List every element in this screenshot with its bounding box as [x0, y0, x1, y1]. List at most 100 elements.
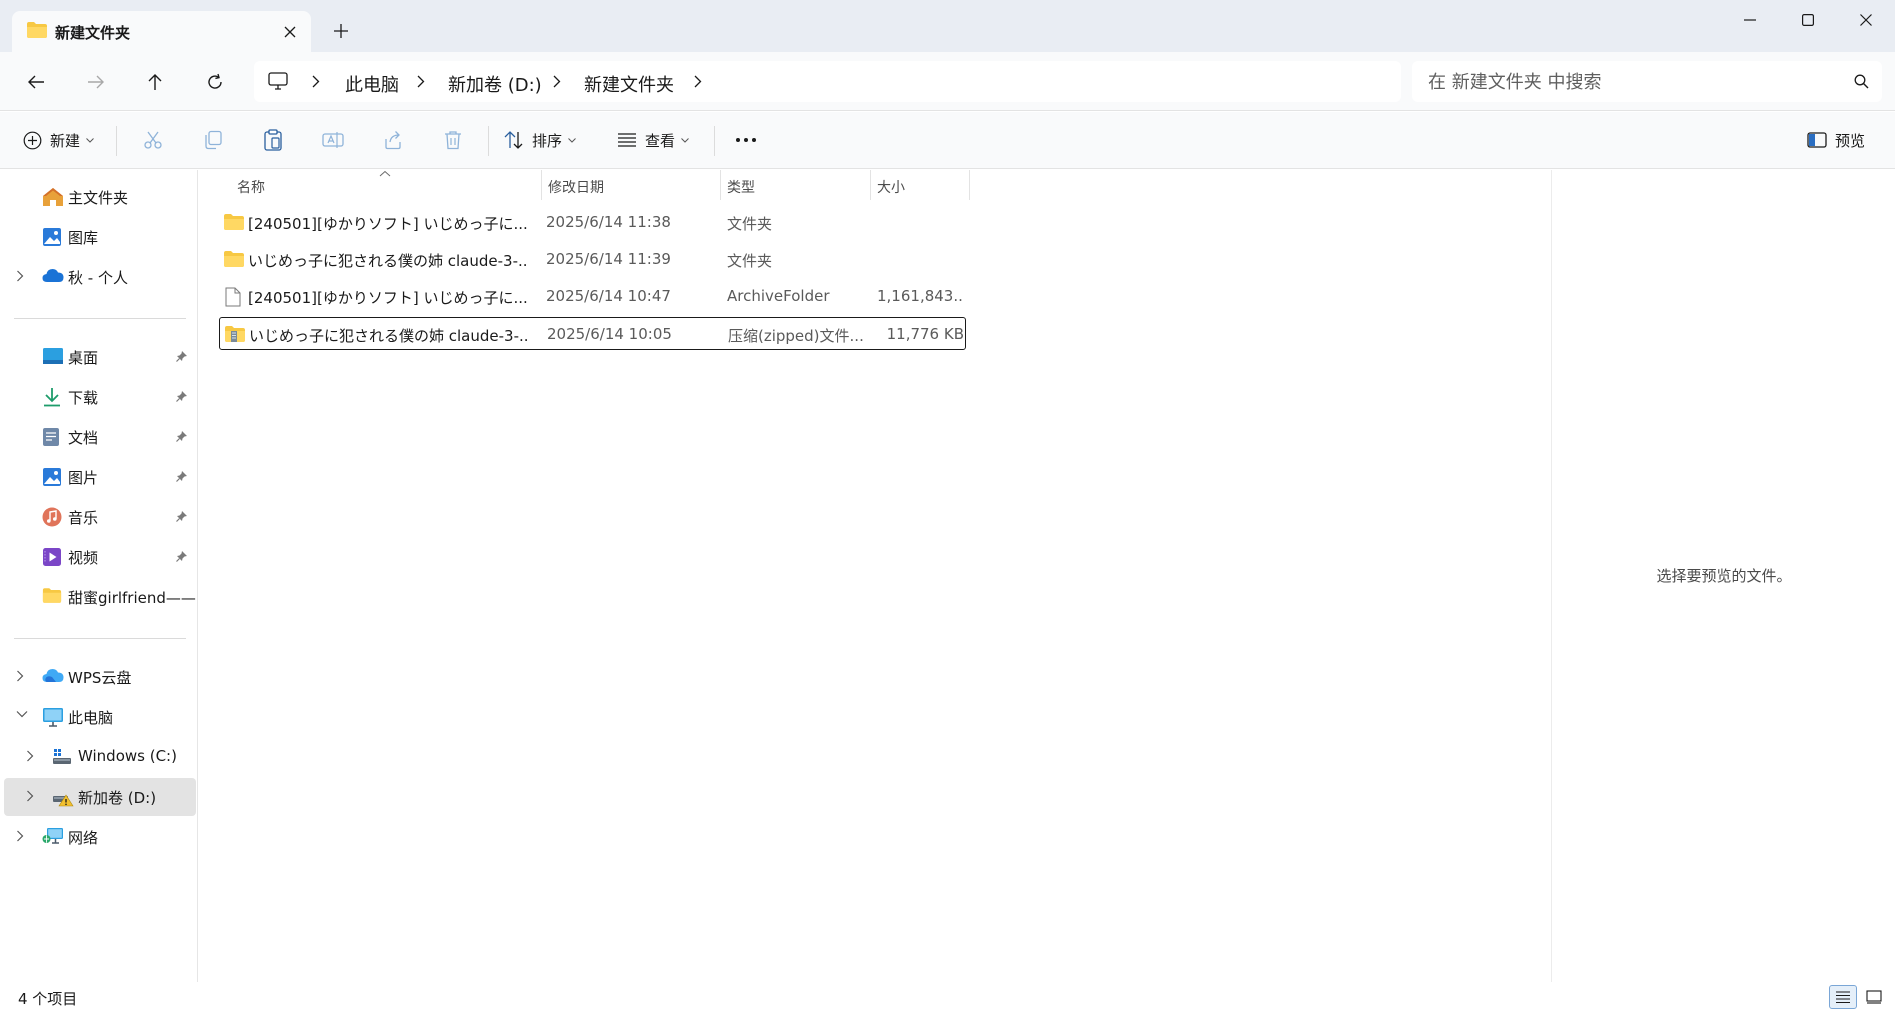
maximize-icon[interactable]: [1779, 0, 1837, 40]
sidebar-item-downloads[interactable]: 下载: [4, 378, 196, 416]
chevron-down-icon[interactable]: [16, 710, 28, 718]
pin-icon[interactable]: [176, 390, 188, 402]
new-button[interactable]: 新建: [23, 125, 94, 155]
table-row[interactable]: いじめっ子に犯される僕の姉 claude-3-... 2025/6/14 10:…: [219, 317, 966, 350]
chevron-right-icon[interactable]: [16, 670, 24, 682]
folder-icon: [223, 250, 245, 268]
sort-button[interactable]: 排序: [504, 125, 576, 155]
minimize-icon[interactable]: [1721, 0, 1779, 40]
chevron-right-icon[interactable]: [694, 75, 702, 88]
video-icon: [42, 547, 62, 567]
table-row[interactable]: [240501][ゆかりソフト] いじめっ子に... 2025/6/14 10:…: [219, 280, 966, 313]
network-icon: [42, 827, 64, 847]
sidebar-item-custom-folder[interactable]: 甜蜜girlfriend——: [4, 578, 196, 616]
breadcrumb-drive-d[interactable]: 新加卷 (D:): [448, 71, 542, 97]
sidebar-item-network[interactable]: 网络: [4, 818, 196, 856]
toolbar-divider: [714, 126, 715, 156]
breadcrumb-this-pc[interactable]: 此电脑: [345, 71, 399, 97]
table-row[interactable]: いじめっ子に犯される僕の姉 claude-3-... 2025/6/14 11:…: [219, 243, 966, 276]
delete-icon[interactable]: [438, 125, 468, 155]
sidebar-item-documents[interactable]: 文档: [4, 418, 196, 456]
file-icon: [225, 287, 241, 307]
navigation-bar: 此电脑 新加卷 (D:) 新建文件夹: [0, 52, 1895, 111]
details-view-icon[interactable]: [1829, 985, 1857, 1009]
pin-icon[interactable]: [176, 350, 188, 362]
preview-message: 选择要预览的文件。: [1656, 567, 1792, 585]
sidebar-item-onedrive[interactable]: 秋 - 个人: [4, 258, 196, 296]
share-icon[interactable]: [378, 125, 408, 155]
sidebar-item-pictures[interactable]: 图片: [4, 458, 196, 496]
sidebar-item-label: 此电脑: [68, 709, 114, 727]
close-icon[interactable]: [1837, 0, 1895, 40]
chevron-right-icon[interactable]: [312, 75, 320, 88]
breadcrumb-current-folder[interactable]: 新建文件夹: [584, 71, 674, 97]
file-type: 文件夹: [727, 252, 773, 270]
file-type: ArchiveFolder: [727, 287, 830, 305]
pin-icon[interactable]: [176, 510, 188, 522]
documents-icon: [42, 427, 60, 447]
sort-label: 排序: [532, 131, 563, 150]
pin-icon[interactable]: [176, 550, 188, 562]
sidebar-item-home[interactable]: 主文件夹: [4, 178, 196, 216]
desktop-icon: [42, 347, 64, 365]
search-input[interactable]: [1428, 69, 1828, 95]
sidebar-item-drive-d[interactable]: 新加卷 (D:): [4, 778, 196, 816]
chevron-right-icon[interactable]: [16, 270, 24, 282]
cut-icon[interactable]: [138, 125, 168, 155]
sidebar-item-gallery[interactable]: 图库: [4, 218, 196, 256]
pin-icon[interactable]: [176, 470, 188, 482]
sidebar-item-desktop[interactable]: 桌面: [4, 338, 196, 376]
table-row[interactable]: [240501][ゆかりソフト] いじめっ子に... 2025/6/14 11:…: [219, 206, 966, 239]
sidebar-item-videos[interactable]: 视频: [4, 538, 196, 576]
search-box[interactable]: [1412, 61, 1882, 102]
chevron-right-icon[interactable]: [553, 75, 561, 88]
file-name: いじめっ子に犯される僕の姉 claude-3-...: [249, 327, 530, 345]
chevron-right-icon[interactable]: [16, 830, 24, 842]
up-icon[interactable]: [138, 66, 172, 98]
this-pc-icon[interactable]: [268, 71, 288, 91]
navigation-pane: 主文件夹 图库 秋 - 个人 桌面 下载 文档 图片 音乐 视频 甜蜜girlf…: [0, 170, 198, 982]
column-header-size[interactable]: 大小: [871, 170, 969, 200]
refresh-icon[interactable]: [198, 66, 232, 98]
chevron-right-icon[interactable]: [26, 750, 34, 762]
search-icon[interactable]: [1854, 74, 1869, 89]
folder-icon: [26, 21, 48, 39]
file-list: 名称 修改日期 类型 大小 [240501][ゆかりソフト] いじめっ子に...…: [199, 170, 1551, 982]
tab-title: 新建文件夹: [55, 24, 131, 42]
sidebar-item-label: 新加卷 (D:): [78, 789, 157, 807]
preview-pane-button[interactable]: 预览: [1807, 125, 1865, 155]
column-header-type[interactable]: 类型: [721, 170, 870, 200]
column-header-date[interactable]: 修改日期: [542, 170, 720, 200]
rename-icon[interactable]: [318, 125, 348, 155]
sidebar-item-label: Windows (C:): [78, 747, 177, 765]
tab-close-icon[interactable]: [280, 22, 300, 42]
more-icon[interactable]: [731, 125, 761, 155]
sidebar-item-music[interactable]: 音乐: [4, 498, 196, 536]
chevron-right-icon[interactable]: [417, 75, 425, 88]
preview-label: 预览: [1835, 131, 1866, 150]
sidebar-item-label: 秋 - 个人: [68, 269, 128, 287]
command-bar: 新建 排序 查看 预览: [0, 112, 1895, 169]
view-label: 查看: [645, 131, 676, 150]
forward-icon[interactable]: [79, 66, 113, 98]
zip-folder-icon: [224, 325, 246, 343]
chevron-down-icon: [568, 137, 576, 143]
pin-icon[interactable]: [176, 430, 188, 442]
column-divider[interactable]: [969, 170, 970, 200]
new-tab-icon[interactable]: [330, 20, 352, 42]
large-icons-view-icon[interactable]: [1860, 985, 1888, 1009]
sidebar-item-wps-cloud[interactable]: WPS云盘: [4, 658, 196, 696]
paste-icon[interactable]: [258, 125, 288, 155]
file-type: 压缩(zipped)文件...: [728, 327, 864, 345]
copy-icon[interactable]: [198, 125, 228, 155]
column-header-name[interactable]: 名称: [199, 170, 541, 200]
file-name: [240501][ゆかりソフト] いじめっ子に...: [248, 215, 528, 233]
status-bar: 4 个项目: [0, 982, 1895, 1011]
sidebar-item-this-pc[interactable]: 此电脑: [4, 698, 196, 736]
address-bar[interactable]: 此电脑 新加卷 (D:) 新建文件夹: [254, 61, 1401, 102]
back-icon[interactable]: [19, 66, 53, 98]
chevron-right-icon[interactable]: [26, 790, 34, 802]
tab-current-folder[interactable]: 新建文件夹: [12, 11, 311, 52]
view-button[interactable]: 查看: [617, 125, 689, 155]
sidebar-item-drive-c[interactable]: Windows (C:): [4, 738, 196, 776]
